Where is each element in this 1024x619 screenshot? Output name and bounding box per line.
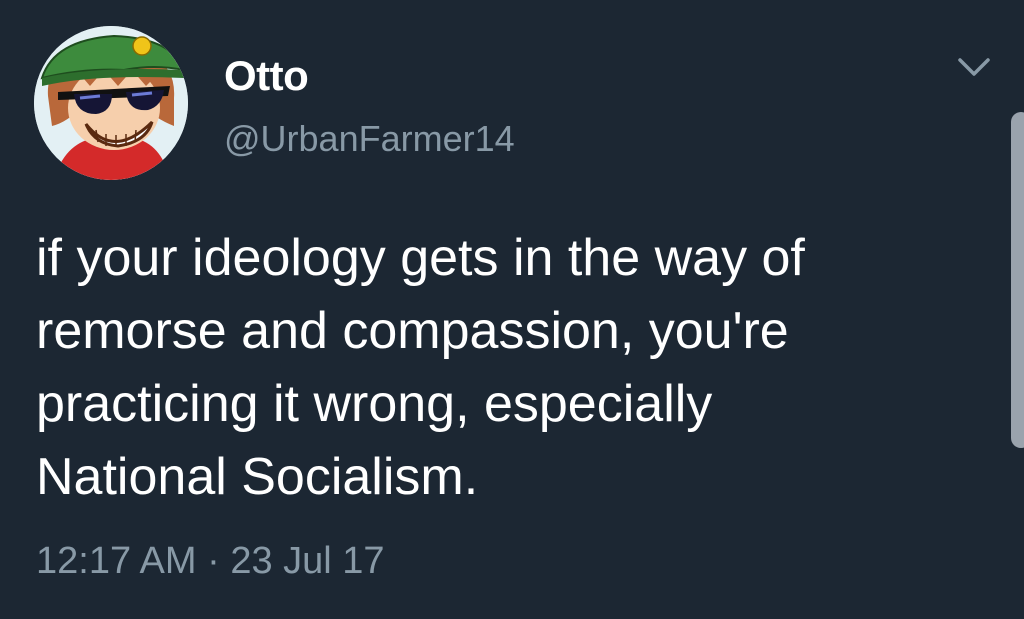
user-handle[interactable]: @UrbanFarmer14	[224, 118, 515, 160]
tweet-menu-button[interactable]	[954, 52, 994, 84]
tweet-timestamp[interactable]: 12:17 AM · 23 Jul 17	[36, 540, 385, 583]
tweet-card: Otto @UrbanFarmer14 if your ideology get…	[0, 0, 1024, 619]
scrollbar[interactable]	[1011, 112, 1024, 448]
avatar[interactable]	[34, 26, 188, 180]
display-name[interactable]: Otto	[224, 52, 309, 100]
tweet-text-line: National Socialism.	[36, 448, 479, 506]
tweet-text: if your ideology gets in the way of remo…	[36, 222, 996, 514]
tweet-text-line: remorse and compassion, you're	[36, 302, 789, 360]
tweet-text-line: practicing it wrong, especially	[36, 375, 713, 433]
cartoon-avatar-icon	[34, 26, 188, 180]
chevron-down-icon	[958, 58, 990, 76]
tweet-text-line: if your ideology gets in the way of	[36, 229, 805, 287]
